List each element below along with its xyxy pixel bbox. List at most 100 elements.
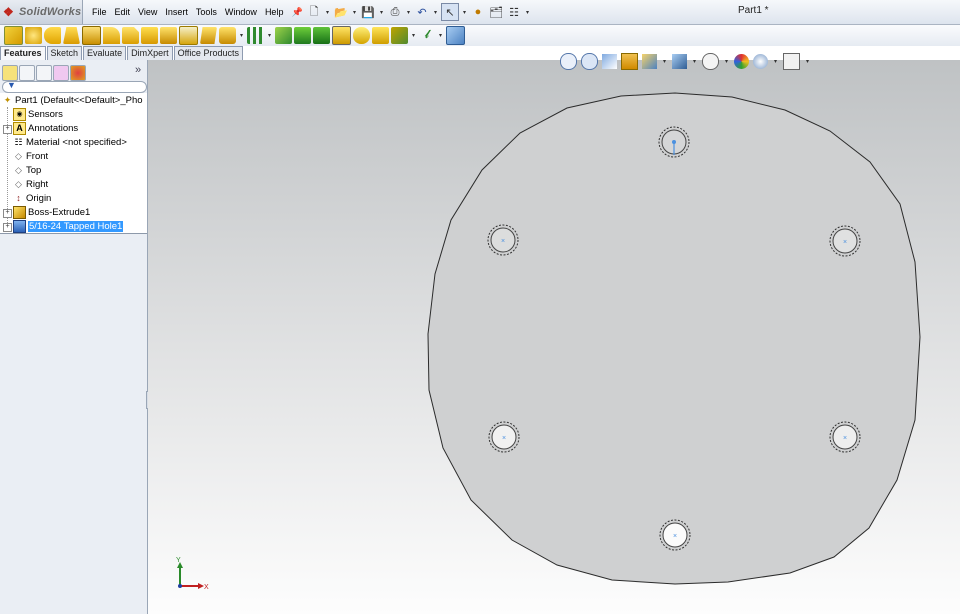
hole-wizard-icon[interactable] xyxy=(141,27,158,44)
undo-dropdown-icon[interactable]: ▾ xyxy=(432,9,439,16)
zoom-to-area-icon[interactable] xyxy=(581,52,598,70)
lofted-surface-icon[interactable] xyxy=(332,26,351,45)
open-dropdown-icon[interactable]: ▾ xyxy=(351,9,358,16)
property-manager-tab-icon[interactable] xyxy=(19,65,35,81)
menu-view[interactable]: View xyxy=(134,7,161,17)
tree-root-part1[interactable]: ✦ Part1 (Default<<Default>_Pho xyxy=(2,94,143,108)
document-title: Part1 * xyxy=(738,5,769,16)
solidworks-logo[interactable]: ❖ SolidWorks xyxy=(0,0,83,24)
menu-file[interactable]: File xyxy=(88,7,111,17)
part-face[interactable] xyxy=(427,92,921,585)
extruded-cut-icon[interactable] xyxy=(82,26,101,45)
menu-tools[interactable]: Tools xyxy=(192,7,221,17)
view-orientation-dropdown-icon[interactable]: ▾ xyxy=(661,58,668,65)
select-pointer-icon[interactable]: ↖ xyxy=(441,3,459,21)
display-style-icon[interactable] xyxy=(672,53,687,69)
heads-up-view-toolbar: ▾ ▾ ▾ ▾ ▾ xyxy=(560,52,811,70)
pin-icon[interactable]: 📌 xyxy=(287,7,306,18)
apply-scene-dropdown-icon[interactable]: ▾ xyxy=(772,58,779,65)
expand-annotations-icon[interactable]: + xyxy=(3,125,12,134)
new-document-icon[interactable]: 🗋 xyxy=(306,4,322,20)
print-dropdown-icon[interactable]: ▾ xyxy=(405,9,412,16)
rebuild-icon[interactable]: ● xyxy=(470,4,486,20)
wrap-dropdown-icon[interactable]: ▾ xyxy=(238,32,245,39)
wrap-icon[interactable] xyxy=(219,27,236,44)
display-manager-tab-icon[interactable] xyxy=(70,65,86,81)
view-settings-icon[interactable] xyxy=(783,52,800,70)
menu-help[interactable]: Help xyxy=(261,7,288,17)
tab-evaluate[interactable]: Evaluate xyxy=(83,46,127,60)
dimxpert-manager-tab-icon[interactable] xyxy=(53,65,69,81)
view-settings-dropdown-icon[interactable]: ▾ xyxy=(804,58,811,65)
feature-manager-tab-icon[interactable] xyxy=(2,65,18,81)
hide-show-dropdown-icon[interactable]: ▾ xyxy=(723,58,730,65)
hide-show-items-icon[interactable] xyxy=(702,52,719,70)
tree-item-tapped-hole1[interactable]: 5/16-24 Tapped Hole1 xyxy=(13,220,124,234)
undo-icon[interactable]: ↶ xyxy=(414,4,430,20)
tree-item-sensors[interactable]: ◉ Sensors xyxy=(13,108,63,122)
swept-surface-icon[interactable] xyxy=(313,27,330,44)
menu-insert[interactable]: Insert xyxy=(161,7,192,17)
tab-sketch[interactable]: Sketch xyxy=(46,46,83,60)
tab-features[interactable]: Features xyxy=(0,46,46,60)
instant3d-icon[interactable] xyxy=(446,26,465,45)
sketch-icon[interactable] xyxy=(391,27,408,44)
menu-edit[interactable]: Edit xyxy=(111,7,135,17)
fillet-icon[interactable] xyxy=(103,27,120,44)
feature-manager-panel: » ▼ ✦ Part1 (Default<<Default>_Pho ◉ Senso… xyxy=(0,60,154,614)
curves-icon[interactable]: 𝓁 xyxy=(419,28,435,44)
expand-tapped-hole-icon[interactable]: + xyxy=(3,223,12,232)
expand-panel-icon[interactable]: » xyxy=(135,64,141,76)
select-dropdown-icon[interactable]: ▾ xyxy=(461,9,468,16)
section-view-icon[interactable] xyxy=(621,52,638,70)
apply-scene-icon[interactable] xyxy=(753,53,768,69)
tree-item-front[interactable]: ◇ Front xyxy=(13,150,48,164)
save-icon[interactable]: 💾 xyxy=(360,4,376,20)
zoom-to-fit-icon[interactable] xyxy=(560,52,577,70)
curves-dropdown-icon[interactable]: ▾ xyxy=(437,32,444,39)
linear-pattern-icon[interactable] xyxy=(247,27,264,44)
expand-boss-extrude-icon[interactable]: + xyxy=(3,209,12,218)
open-folder-icon[interactable]: 📂 xyxy=(333,4,349,20)
file-properties-icon[interactable]: 🗂 xyxy=(488,4,504,20)
sketch-dropdown-icon[interactable]: ▾ xyxy=(410,32,417,39)
configuration-manager-tab-icon[interactable] xyxy=(36,65,52,81)
tree-item-boss-extrude1[interactable]: Boss-Extrude1 xyxy=(13,206,90,220)
tree-item-right[interactable]: ◇ Right xyxy=(13,178,48,192)
edit-appearance-icon[interactable] xyxy=(734,53,749,69)
previous-view-icon[interactable] xyxy=(602,53,617,69)
revolved-surface-icon[interactable] xyxy=(294,27,311,44)
tree-item-material[interactable]: ☷ Material <not specified> xyxy=(13,136,126,150)
tab-office-products[interactable]: Office Products xyxy=(173,46,243,60)
chamfer-icon[interactable] xyxy=(122,27,139,44)
tree-item-annotations[interactable]: A Annotations xyxy=(13,122,78,136)
draft-icon[interactable] xyxy=(200,27,217,44)
tab-dimxpert[interactable]: DimXpert xyxy=(127,46,173,60)
options-dropdown-icon[interactable]: ▾ xyxy=(524,9,531,16)
pattern-dropdown-icon[interactable]: ▾ xyxy=(266,32,273,39)
tree-item-top[interactable]: ◇ Top xyxy=(13,164,41,178)
tree-item-origin[interactable]: ↕ Origin xyxy=(13,192,51,206)
new-dropdown-icon[interactable]: ▾ xyxy=(324,9,331,16)
tree-filter-input[interactable]: ▼ xyxy=(2,80,147,93)
origin-icon: ↕ xyxy=(16,192,21,203)
standard-toolbar: 🗋 ▾ 📂 ▾ 💾 ▾ ⎙ ▾ ↶ ▾ ↖ ▾ ● 🗂 ☷ ▾ xyxy=(306,3,531,21)
menu-window[interactable]: Window xyxy=(221,7,261,17)
extruded-boss-icon[interactable] xyxy=(4,26,23,45)
shell-icon[interactable] xyxy=(179,26,198,45)
swept-boss-icon[interactable] xyxy=(44,27,61,44)
panel-tabs: » xyxy=(0,63,147,81)
save-dropdown-icon[interactable]: ▾ xyxy=(378,9,385,16)
revolved-boss-icon[interactable] xyxy=(25,27,42,44)
extruded-surface-icon[interactable] xyxy=(275,27,292,44)
view-orientation-icon[interactable] xyxy=(642,53,657,69)
options-icon[interactable]: ☷ xyxy=(506,4,522,20)
lofted-boss-icon[interactable] xyxy=(63,27,80,44)
planar-surface-icon[interactable] xyxy=(353,27,370,44)
offset-surface-icon[interactable] xyxy=(372,27,389,44)
graphics-area[interactable]: × × × × × Y X ▾ ▾ ▾ ▾ ▾ xyxy=(148,52,960,614)
display-style-dropdown-icon[interactable]: ▾ xyxy=(691,58,698,65)
rib-icon[interactable] xyxy=(160,27,177,44)
svg-text:×: × xyxy=(502,435,506,442)
print-icon[interactable]: ⎙ xyxy=(387,4,403,20)
